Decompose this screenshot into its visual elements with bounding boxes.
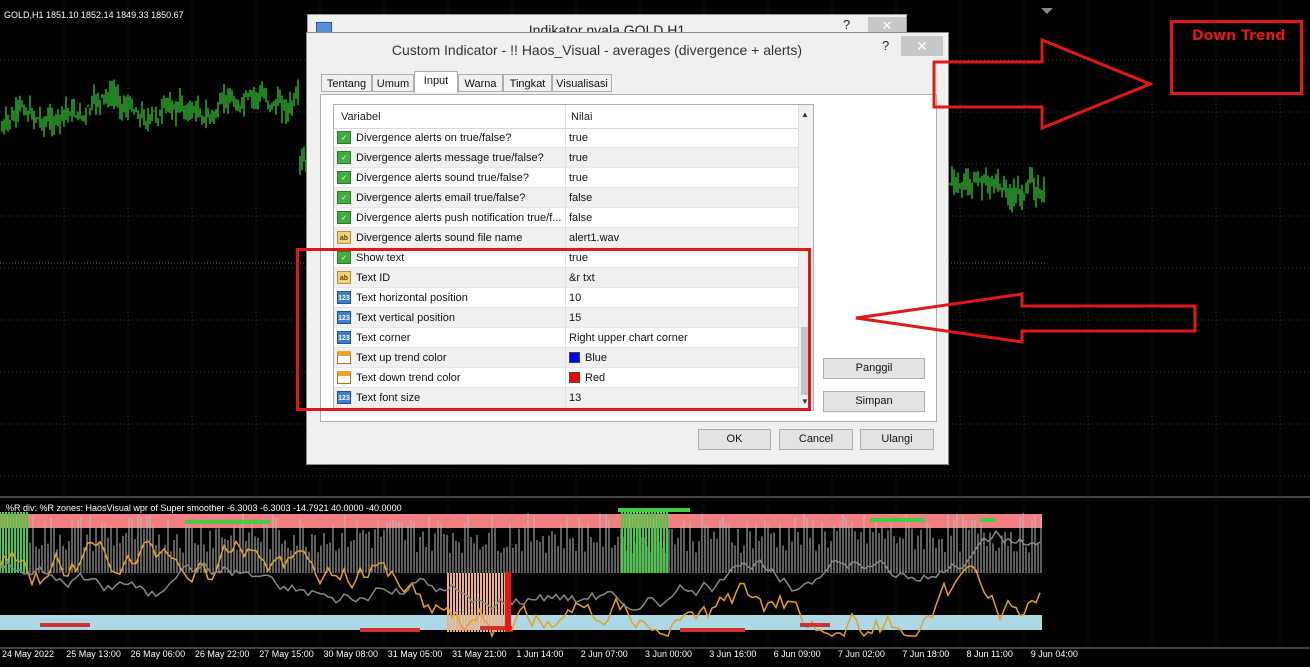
param-name: Divergence alerts email true/false? [356, 192, 526, 204]
column-header-value[interactable]: Nilai [571, 111, 592, 123]
time-axis-label: 25 May 13:00 [66, 649, 121, 659]
time-axis-label: 3 Jun 16:00 [709, 649, 757, 659]
boolean-param-icon: ✓ [337, 191, 351, 204]
cell-separator [565, 188, 566, 207]
param-value[interactable]: false [569, 192, 592, 204]
boolean-param-icon: ✓ [337, 171, 351, 184]
help-button[interactable]: ? [882, 38, 889, 53]
param-name: Divergence alerts message true/false? [356, 152, 544, 164]
signal-bar [505, 572, 511, 632]
cell-separator [565, 228, 566, 247]
chart-symbol-header: GOLD,H1 1851.10 1852.14 1849.33 1850.67 [4, 10, 184, 20]
string-param-icon: ab [337, 231, 351, 244]
close-button[interactable]: ✕ [901, 36, 943, 56]
param-row[interactable]: ab Divergence alerts sound file name alert… [334, 228, 798, 248]
param-value[interactable]: true [569, 152, 588, 164]
cell-separator [565, 168, 566, 187]
param-name: Divergence alerts sound true/false? [356, 172, 530, 184]
time-axis-label: 30 May 08:00 [323, 649, 379, 659]
time-axis-label: 27 May 15:00 [259, 649, 314, 659]
ok-button[interactable]: OK [698, 429, 771, 450]
param-name: Divergence alerts on true/false? [356, 132, 512, 144]
time-axis-label: 7 Jun 02:00 [837, 649, 885, 659]
boolean-param-icon: ✓ [337, 131, 351, 144]
tab-visualization[interactable]: Visualisasi [552, 74, 612, 92]
time-axis-label: 26 May 22:00 [194, 649, 250, 659]
param-value[interactable]: alert1.wav [569, 232, 619, 244]
scroll-up-icon[interactable]: ▲ [801, 110, 809, 119]
param-name: Divergence alerts push notification true… [356, 212, 562, 224]
time-axis: 24 May 2022 25 May 13:00 26 May 06:00 26 Ma… [0, 649, 1310, 663]
save-button[interactable]: Simpan [823, 391, 925, 412]
cell-separator [565, 148, 566, 167]
time-axis-label: 26 May 06:00 [130, 649, 186, 659]
time-axis-label: 31 May 21:00 [452, 649, 507, 659]
reset-button[interactable]: Ulangi [860, 429, 934, 450]
boolean-param-icon: ✓ [337, 211, 351, 224]
time-axis-label: 1 Jun 14:00 [516, 649, 564, 659]
param-value[interactable]: true [569, 132, 588, 144]
time-axis-label: 31 May 05:00 [387, 649, 443, 659]
highlight-box [296, 248, 811, 411]
indicator-list-help-button[interactable]: ? [843, 17, 850, 32]
time-axis-label: 24 May 2022 [2, 649, 55, 659]
indicator-header: %R div: %R zones: HaosVisual wpr of Supe… [6, 503, 402, 513]
cancel-button[interactable]: Cancel [779, 429, 853, 450]
tab-about[interactable]: Tentang [321, 74, 372, 92]
time-axis-label: 7 Jun 18:00 [902, 649, 950, 659]
dialog-title: Custom Indicator - !! Haos_Visual - aver… [391, 42, 803, 58]
param-row[interactable]: ✓ Divergence alerts on true/false? true [334, 128, 798, 148]
column-header-variable[interactable]: Variabel [341, 111, 381, 123]
boolean-param-icon: ✓ [337, 151, 351, 164]
tab-input[interactable]: Input [414, 71, 458, 93]
tab-common[interactable]: Umum [372, 74, 414, 92]
param-name: Divergence alerts sound file name [356, 232, 523, 244]
param-value[interactable]: false [569, 212, 592, 224]
param-row[interactable]: ✓ Divergence alerts message true/false? tr… [334, 148, 798, 168]
column-separator[interactable] [565, 105, 566, 128]
load-button[interactable]: Panggil [823, 358, 925, 379]
grid-header: Variabel Nilai [334, 105, 798, 129]
time-axis-label: 2 Jun 07:00 [580, 649, 628, 659]
chart-shift-icon [1041, 8, 1053, 14]
cell-separator [565, 128, 566, 147]
time-axis-label: 3 Jun 00:00 [645, 649, 693, 659]
time-axis-label: 6 Jun 09:00 [773, 649, 821, 659]
tab-colors[interactable]: Warna [458, 74, 503, 92]
param-value[interactable]: true [569, 172, 588, 184]
time-axis-label: 9 Jun 04:00 [1030, 649, 1078, 659]
down-trend-label: Down Trend [1192, 28, 1286, 44]
cell-separator [565, 208, 566, 227]
tab-levels[interactable]: Tingkat [503, 74, 552, 92]
param-row[interactable]: ✓ Divergence alerts email true/false? fals… [334, 188, 798, 208]
time-axis-label: 8 Jun 11:00 [966, 649, 1013, 659]
param-row[interactable]: ✓ Divergence alerts push notification tru… [334, 208, 798, 228]
param-row[interactable]: ✓ Divergence alerts sound true/false? true [334, 168, 798, 188]
